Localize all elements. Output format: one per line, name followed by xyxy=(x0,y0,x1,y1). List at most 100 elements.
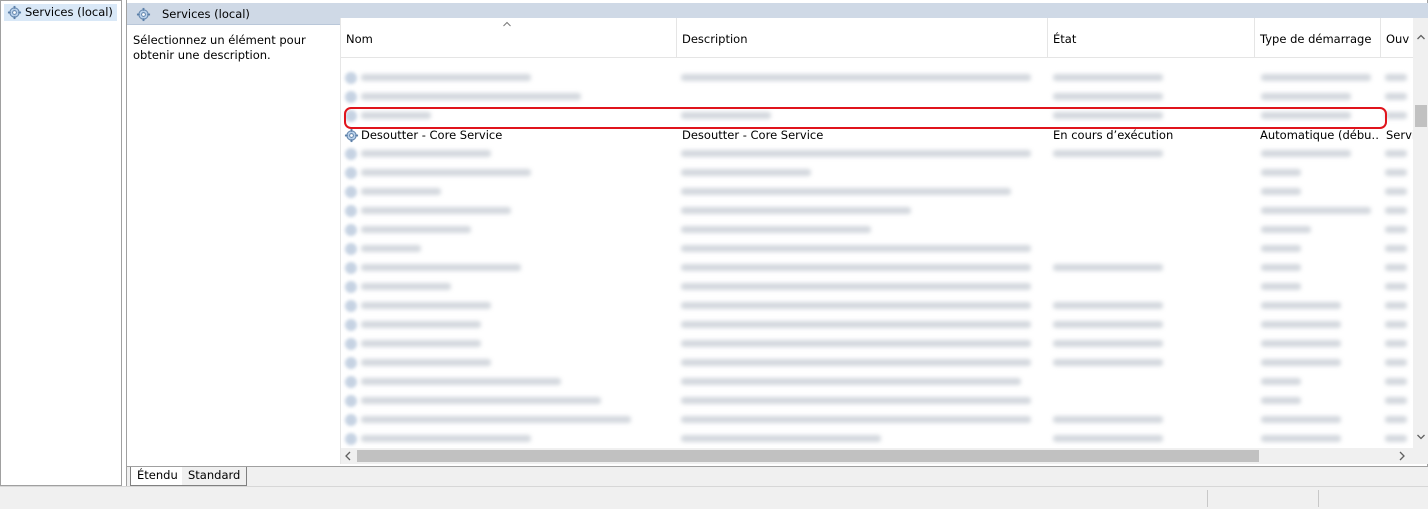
obscured-text xyxy=(361,264,521,271)
column-header-state[interactable]: État xyxy=(1048,18,1255,58)
obscured-text xyxy=(361,283,451,290)
obscured-text xyxy=(361,93,581,100)
gear-icon xyxy=(345,414,357,426)
obscured-text xyxy=(681,226,871,233)
table-row[interactable] xyxy=(341,69,1413,88)
obscured-text xyxy=(1261,264,1301,271)
obscured-text xyxy=(361,359,491,366)
service-state: En cours d’exécution xyxy=(1053,128,1174,142)
vertical-scrollbar[interactable] xyxy=(1413,18,1428,448)
console-tree: Services (local) xyxy=(0,0,122,486)
table-row[interactable] xyxy=(341,354,1413,373)
tab-extended[interactable]: Étendu xyxy=(130,467,185,486)
obscured-text xyxy=(1053,416,1163,423)
obscured-text xyxy=(1053,321,1163,328)
column-header-startup-type[interactable]: Type de démarrage xyxy=(1255,18,1381,58)
table-row[interactable] xyxy=(341,183,1413,202)
scroll-corner xyxy=(1413,448,1428,464)
gear-icon xyxy=(345,186,357,198)
obscured-text xyxy=(361,302,491,309)
obscured-text xyxy=(361,378,561,385)
obscured-text xyxy=(361,435,531,442)
obscured-text xyxy=(1385,302,1407,309)
obscured-text xyxy=(1053,93,1163,100)
table-row[interactable] xyxy=(341,392,1413,411)
obscured-text xyxy=(681,321,1031,328)
table-row[interactable] xyxy=(341,221,1413,240)
tab-standard[interactable]: Standard xyxy=(182,467,248,486)
obscured-text xyxy=(681,74,1031,81)
gear-icon xyxy=(7,5,22,25)
gear-icon xyxy=(345,433,357,445)
highlight-annotation xyxy=(344,107,1387,129)
obscured-text xyxy=(1385,169,1407,176)
gear-icon xyxy=(345,262,357,274)
obscured-text xyxy=(681,378,1021,385)
table-row[interactable] xyxy=(341,373,1413,392)
tree-item-label: Services (local) xyxy=(25,5,113,19)
obscured-text xyxy=(681,169,811,176)
obscured-text xyxy=(361,188,441,195)
status-divider xyxy=(1318,490,1319,507)
gear-icon xyxy=(345,205,357,217)
table-row[interactable] xyxy=(341,240,1413,259)
scroll-left-icon[interactable] xyxy=(344,451,352,461)
table-row[interactable] xyxy=(341,297,1413,316)
obscured-text xyxy=(1053,264,1163,271)
obscured-text xyxy=(1385,93,1407,100)
scroll-down-icon[interactable] xyxy=(1417,434,1425,440)
obscured-text xyxy=(361,226,471,233)
table-row[interactable] xyxy=(341,145,1413,164)
table-row[interactable] xyxy=(341,316,1413,335)
tree-item-services-local[interactable]: Services (local) xyxy=(4,4,117,21)
table-row[interactable] xyxy=(341,430,1413,448)
column-header-row: Nom Description État Type de démarrage O… xyxy=(341,18,1413,58)
obscured-text xyxy=(1261,207,1371,214)
obscured-text xyxy=(1053,74,1163,81)
table-row[interactable] xyxy=(341,335,1413,354)
obscured-text xyxy=(1385,416,1407,423)
table-row[interactable] xyxy=(341,88,1413,107)
obscured-text xyxy=(361,397,601,404)
obscured-text xyxy=(1261,226,1311,233)
column-header-description[interactable]: Description xyxy=(677,18,1048,58)
horizontal-scroll-thumb[interactable] xyxy=(357,450,1259,462)
obscured-text xyxy=(1385,397,1407,404)
table-row[interactable] xyxy=(341,259,1413,278)
obscured-text xyxy=(1385,264,1407,271)
table-row[interactable] xyxy=(341,202,1413,221)
gear-icon xyxy=(345,300,357,312)
gear-icon xyxy=(345,357,357,369)
obscured-text xyxy=(1261,359,1341,366)
obscured-text xyxy=(1261,435,1341,442)
scroll-up-icon[interactable] xyxy=(1417,34,1425,40)
obscured-text xyxy=(1053,340,1163,347)
vertical-scroll-thumb[interactable] xyxy=(1415,105,1427,127)
gear-icon xyxy=(345,224,357,236)
obscured-text xyxy=(681,340,1031,347)
obscured-text xyxy=(361,416,631,423)
service-name: Desoutter - Core Service xyxy=(361,128,503,142)
obscured-text xyxy=(361,207,511,214)
obscured-text xyxy=(1385,321,1407,328)
services-list[interactable]: Nom Description État Type de démarrage O… xyxy=(340,18,1428,464)
gear-icon xyxy=(345,338,357,350)
obscured-text xyxy=(1261,321,1341,328)
obscured-text xyxy=(1385,74,1407,81)
column-header-name[interactable]: Nom xyxy=(341,18,677,58)
obscured-text xyxy=(681,264,1031,271)
service-startup-type: Automatique (débu… xyxy=(1260,128,1378,142)
scroll-right-icon[interactable] xyxy=(1398,451,1406,461)
table-row[interactable] xyxy=(341,278,1413,297)
table-row[interactable] xyxy=(341,164,1413,183)
horizontal-scrollbar[interactable] xyxy=(341,448,1413,464)
obscured-text xyxy=(1385,112,1407,119)
table-row[interactable] xyxy=(341,411,1413,430)
pane-title: Services (local) xyxy=(162,7,250,21)
obscured-text xyxy=(361,340,481,347)
obscured-text xyxy=(1261,245,1301,252)
obscured-text xyxy=(1385,359,1407,366)
obscured-text xyxy=(1261,188,1301,195)
obscured-text xyxy=(1261,397,1301,404)
gear-icon xyxy=(345,281,357,293)
